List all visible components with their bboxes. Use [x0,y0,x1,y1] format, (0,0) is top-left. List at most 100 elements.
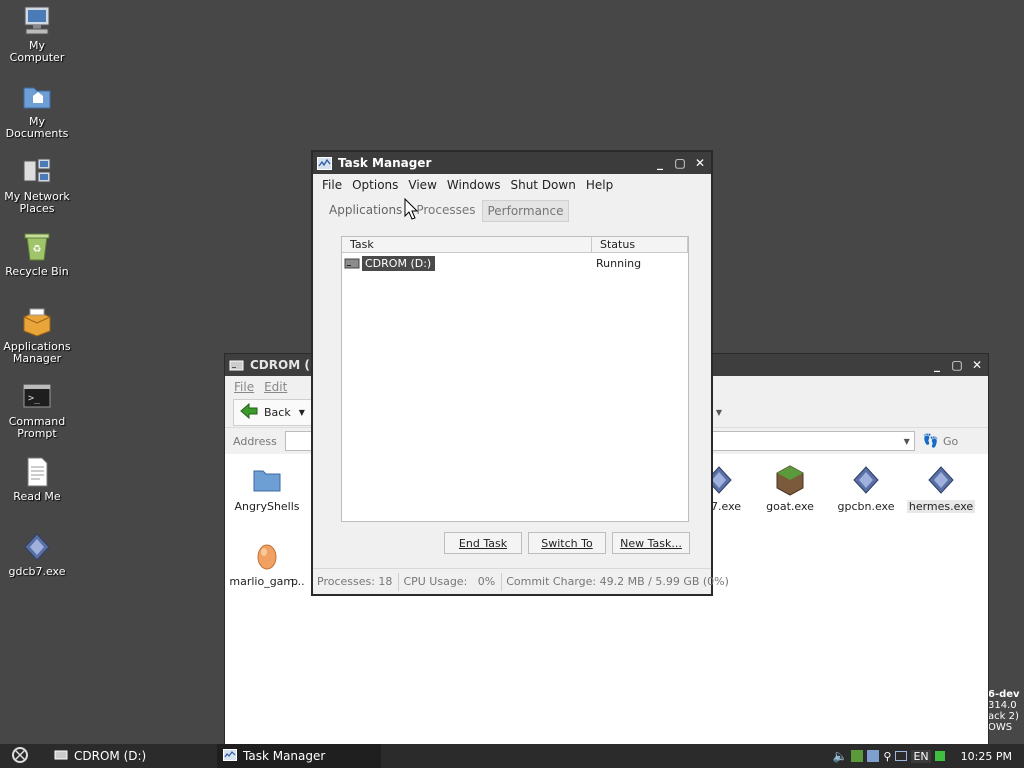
network-icon[interactable] [851,750,864,762]
close-button[interactable]: ✕ [968,356,986,374]
watermark-line: ack 2) [988,711,1019,722]
menu-view[interactable]: View [403,178,441,192]
menu-file[interactable]: File [317,178,347,192]
back-arrow-icon [240,402,258,422]
applications-box-icon [20,305,54,339]
task-manager-window: Task Manager _ ▢ ✕ File Options View Win… [311,150,729,596]
mouse-cursor-icon [404,197,419,223]
broom-icon[interactable]: ⚲ [883,750,891,763]
clock[interactable]: 10:25 PM [961,750,1012,763]
taskbar-item-label: CDROM (D:) [74,749,147,763]
svg-text:♻: ♻ [33,244,42,255]
maximize-button[interactable]: ▢ [671,154,689,172]
desktop-icon-applications-manager[interactable]: Applications Manager [2,305,72,365]
task-manager-tabs: Applications Processes Performance [325,200,569,222]
footsteps-icon: 👣 [922,433,939,449]
status-bar: Processes: 18 CPU Usage: 0% Commit Charg… [313,568,729,594]
desktop-icon-recycle-bin[interactable]: ♻ Recycle Bin [2,230,72,278]
menu-shut-down[interactable]: Shut Down [505,178,580,192]
start-button[interactable] [0,744,40,768]
task-manager-icon [317,156,332,170]
desktop-icon-my-computer[interactable]: My Computer [2,4,72,64]
list-header: Task Status [342,237,688,253]
start-logo-icon [11,746,29,767]
file-name: hermes.exe [906,500,976,513]
column-header-status[interactable]: Status [592,237,688,252]
desktop-icon-label: gdcb7.exe [8,565,66,578]
menu-help[interactable]: Help [581,178,618,192]
chevron-down-icon[interactable]: ▼ [904,437,910,446]
go-label: Go [943,434,959,448]
go-button[interactable]: 👣 Go [923,434,958,449]
switch-to-button[interactable]: Switch To [528,532,606,554]
back-button[interactable]: Back ▼ [233,399,312,426]
table-row[interactable]: CDROM (D:) Running [342,254,688,272]
file-item-7exe[interactable]: 7.exe [711,464,743,513]
desktop-icon-command-prompt[interactable]: >_ Command Prompt [2,380,72,440]
menu-file[interactable]: File [229,380,259,394]
file-item-hermes[interactable]: hermes.exe [903,464,979,513]
file-name: AngryShells [234,500,300,513]
volume-icon[interactable]: 🔈 [832,749,847,763]
menu-edit[interactable]: Edit [259,380,292,394]
system-tray: 🔈 ⚲ EN [832,749,945,763]
maximize-button[interactable]: ▢ [948,356,966,374]
desktop-icon-label: My Network Places [4,190,70,215]
task-status: Running [596,256,642,270]
language-indicator[interactable]: EN [911,749,931,763]
file-item-gpcbn[interactable]: gpcbn.exe [828,464,904,513]
taskbar-item-task-manager[interactable]: Task Manager [217,744,381,768]
tab-performance[interactable]: Performance [482,200,569,222]
chevron-down-icon[interactable]: ▼ [716,408,722,417]
column-header-task[interactable]: Task [342,237,592,252]
safely-remove-icon[interactable] [867,750,880,762]
executable-icon [711,464,735,496]
watermark-line: OWS [988,722,1013,733]
desktop-icon-my-network-places[interactable]: My Network Places [2,155,72,215]
taskbar-item-cdrom[interactable]: CDROM (D:) [48,744,213,768]
file-item-angryshells[interactable]: AngryShells [229,464,305,513]
desktop-icon-label: Command Prompt [8,415,66,440]
back-label: Back [264,406,291,419]
applications-list: Task Status CDROM (D:) Running [341,236,689,522]
status-cpu-usage: CPU Usage: 0% [399,572,503,591]
new-task-button[interactable]: New Task... [612,532,690,554]
file-item-goat[interactable]: goat.exe [752,464,828,513]
tab-processes[interactable]: Processes [412,200,479,222]
drive-icon [344,256,360,270]
end-task-button[interactable]: End Task [444,532,522,554]
menu-windows[interactable]: Windows [442,178,506,192]
desktop-icon-label: Applications Manager [3,340,71,365]
network-places-icon [20,155,54,189]
file-item-partial[interactable]: p [291,575,305,588]
window-title: Task Manager [338,156,432,170]
address-label: Address [233,434,277,448]
chevron-down-icon: ▼ [298,408,305,417]
status-processes: Processes: 18 [313,572,400,591]
minimize-button[interactable]: _ [651,154,669,172]
file-name: p [291,575,298,588]
desktop-icon-label: My Documents [5,115,69,140]
file-name: gpcbn.exe [837,500,895,513]
status-commit-charge: Commit Charge: 49.2 MB / 5.99 GB (0%) [506,574,729,588]
minimize-button[interactable]: _ [928,356,946,374]
executable-icon [20,530,54,564]
egg-icon [251,539,283,571]
drive-icon [54,749,68,764]
file-name: goat.exe [766,500,814,513]
desktop-icon-label: My Computer [9,39,65,64]
desktop-icon-my-documents[interactable]: My Documents [2,80,72,140]
executable-icon [850,464,882,496]
display-icon[interactable] [895,751,908,761]
menu-options[interactable]: Options [347,178,403,192]
tab-applications[interactable]: Applications [325,200,406,222]
file-name: 7.exe [711,500,742,513]
close-button[interactable]: ✕ [691,154,709,172]
task-manager-titlebar[interactable]: Task Manager _ ▢ ✕ [313,152,711,174]
green-status-icon[interactable] [934,751,945,761]
desktop-icon-gdcb7[interactable]: gdcb7.exe [2,530,72,578]
text-document-icon [20,455,54,489]
grass-block-icon [774,464,806,496]
task-name: CDROM (D:) [362,255,436,271]
desktop-icon-read-me[interactable]: Read Me [2,455,72,503]
